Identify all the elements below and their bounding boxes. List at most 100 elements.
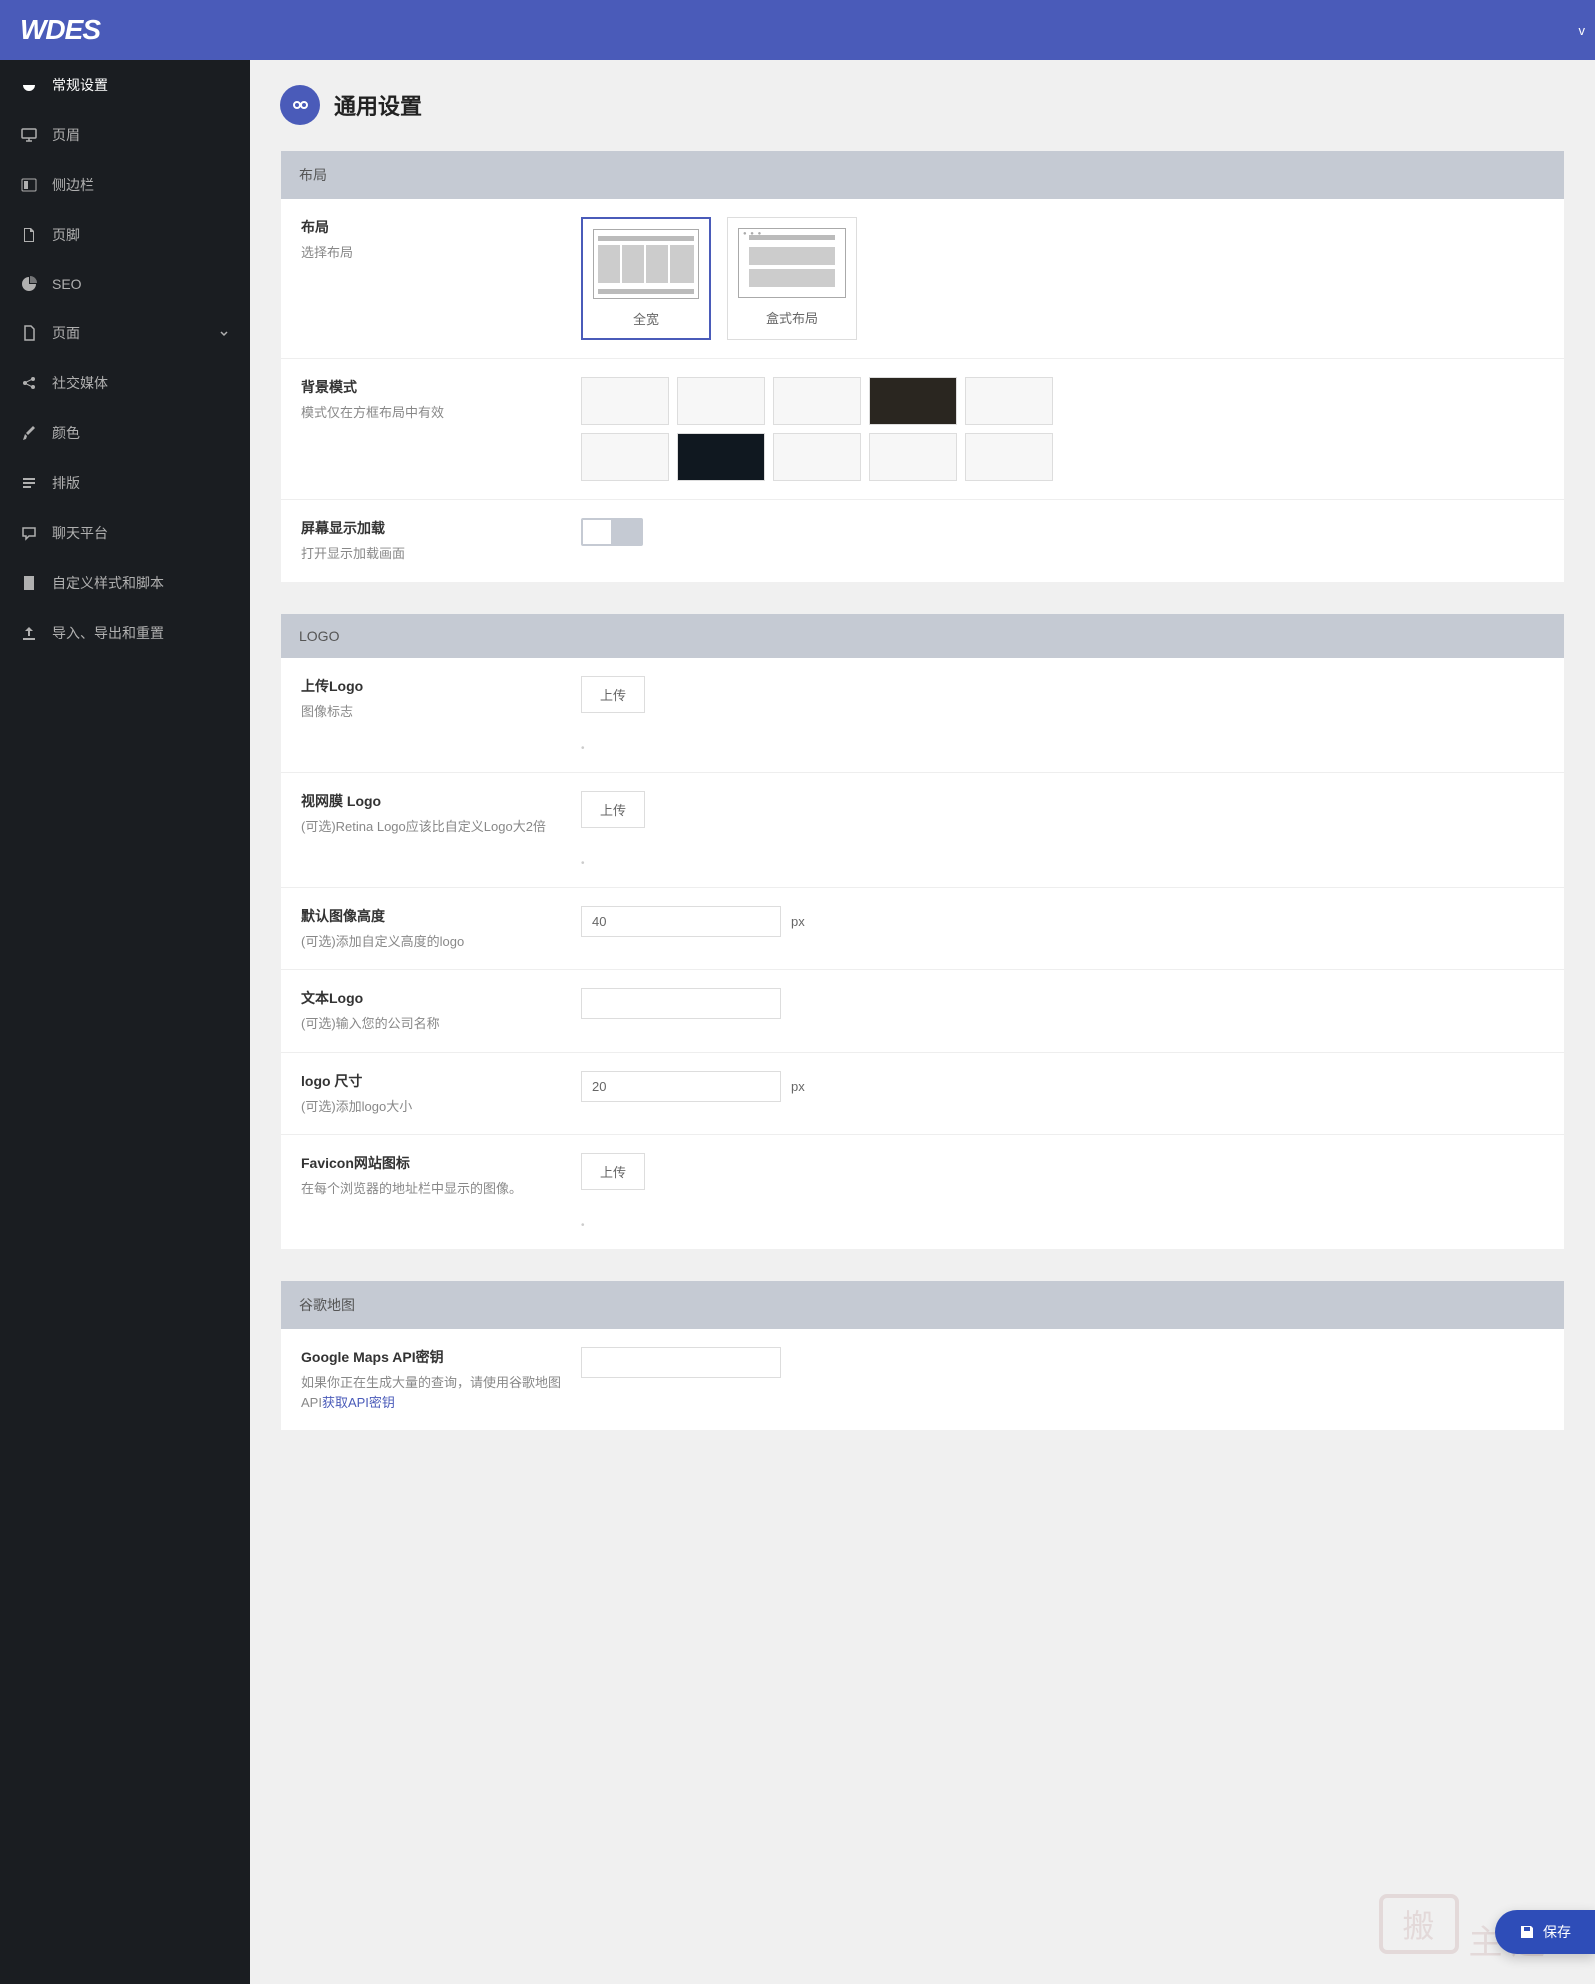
sidebar-item-label: 自定义样式和脚本 (52, 573, 164, 593)
pattern-option[interactable] (773, 377, 861, 425)
default-height-input[interactable] (581, 906, 781, 937)
settings-icon (280, 85, 320, 125)
upload-button[interactable]: 上传 (581, 676, 645, 713)
gmaps-api-input[interactable] (581, 1347, 781, 1378)
layout-option-label: 全宽 (593, 309, 699, 328)
monitor-icon (20, 126, 38, 144)
text-logo-input[interactable] (581, 988, 781, 1019)
upload-icon (20, 624, 38, 642)
sidebar-item-label: 侧边栏 (52, 175, 94, 195)
chart-pie-icon (20, 275, 38, 293)
sidebar-item-label: 常规设置 (52, 75, 108, 95)
row-gmaps-api: Google Maps API密钥 如果你正在生成大量的查询，请使用谷歌地图AP… (281, 1329, 1564, 1430)
layout-option-full[interactable]: 全宽 (581, 217, 711, 340)
page-title: 通用设置 (334, 89, 422, 121)
pattern-option[interactable] (677, 433, 765, 481)
section-header: LOGO (281, 614, 1564, 658)
label-title: 默认图像高度 (301, 906, 581, 926)
section-logo: LOGO 上传Logo 图像标志 上传 • 视网膜 Logo (可选)Reti (280, 613, 1565, 1251)
logo-size-input[interactable] (581, 1071, 781, 1102)
sidebar-item-custom-css[interactable]: 自定义样式和脚本 (0, 558, 250, 608)
label-desc: (可选)添加logo大小 (301, 1097, 581, 1117)
sidebar-item-label: 导入、导出和重置 (52, 623, 164, 643)
sidebar-item-label: 页脚 (52, 225, 80, 245)
section-header: 谷歌地图 (281, 1281, 1564, 1329)
sidebar-item-seo[interactable]: SEO (0, 260, 250, 308)
sidebar-item-colors[interactable]: 颜色 (0, 408, 250, 458)
label-title: 布局 (301, 217, 581, 237)
pattern-option[interactable] (581, 433, 669, 481)
loader-toggle[interactable] (581, 518, 643, 546)
pattern-option[interactable] (581, 377, 669, 425)
chat-icon (20, 524, 38, 542)
label-desc: 如果你正在生成大量的查询，请使用谷歌地图API获取API密钥 (301, 1373, 581, 1412)
pattern-option[interactable] (869, 377, 957, 425)
label-title: logo 尺寸 (301, 1071, 581, 1091)
pattern-option[interactable] (965, 433, 1053, 481)
sidebar-item-label: 排版 (52, 473, 80, 493)
sidebar-item-label: 页眉 (52, 125, 80, 145)
row-favicon: Favicon网站图标 在每个浏览器的地址栏中显示的图像。 上传 • (281, 1135, 1564, 1249)
label-title: 文本Logo (301, 988, 581, 1008)
dashboard-icon (20, 76, 38, 94)
sidebar-item-social[interactable]: 社交媒体 (0, 358, 250, 408)
label-title: Favicon网站图标 (301, 1153, 581, 1173)
label-desc: 在每个浏览器的地址栏中显示的图像。 (301, 1179, 581, 1199)
pattern-option[interactable] (869, 433, 957, 481)
section-gmaps: 谷歌地图 Google Maps API密钥 如果你正在生成大量的查询，请使用谷… (280, 1280, 1565, 1431)
row-retina-logo: 视网膜 Logo (可选)Retina Logo应该比自定义Logo大2倍 上传… (281, 773, 1564, 888)
pattern-option[interactable] (965, 377, 1053, 425)
section-layout: 布局 布局 选择布局 全宽 ● ● ● (280, 150, 1565, 583)
layout-option-boxed[interactable]: ● ● ● 盒式布局 (727, 217, 857, 340)
placeholder-dots: • (581, 858, 1544, 869)
sidebar-item-label: SEO (52, 276, 82, 292)
label-desc: 图像标志 (301, 702, 581, 722)
sidebar-item-import-export[interactable]: 导入、导出和重置 (0, 608, 250, 658)
file-alt-icon (20, 574, 38, 592)
main-content: 通用设置 布局 布局 选择布局 全宽 (250, 60, 1595, 1984)
pattern-option[interactable] (677, 377, 765, 425)
save-button[interactable]: 保存 (1495, 1910, 1595, 1954)
page-icon (20, 324, 38, 342)
sidebar-item-typography[interactable]: 排版 (0, 458, 250, 508)
row-upload-logo: 上传Logo 图像标志 上传 • (281, 658, 1564, 773)
section-header: 布局 (281, 151, 1564, 199)
label-title: 背景模式 (301, 377, 581, 397)
sidebar-item-label: 页面 (52, 323, 80, 343)
label-desc: (可选)输入您的公司名称 (301, 1014, 581, 1034)
layout-preview-full (593, 229, 699, 299)
row-background-pattern: 背景模式 模式仅在方框布局中有效 (281, 359, 1564, 500)
label-desc: 选择布局 (301, 243, 581, 263)
row-default-height: 默认图像高度 (可选)添加自定义高度的logo px (281, 888, 1564, 971)
sidebar-item-general[interactable]: 常规设置 (0, 60, 250, 110)
upload-button[interactable]: 上传 (581, 791, 645, 828)
label-title: 视网膜 Logo (301, 791, 581, 811)
label-title: 上传Logo (301, 676, 581, 696)
label-title: Google Maps API密钥 (301, 1347, 581, 1367)
unit-label: px (791, 1079, 805, 1094)
row-text-logo: 文本Logo (可选)输入您的公司名称 (281, 970, 1564, 1053)
row-layout-choice: 布局 选择布局 全宽 ● ● ● 盒式布局 (281, 199, 1564, 359)
pattern-option[interactable] (773, 433, 861, 481)
label-desc: 模式仅在方框布局中有效 (301, 403, 581, 423)
upload-button[interactable]: 上传 (581, 1153, 645, 1190)
brand-logo: WDES (20, 14, 100, 46)
get-api-key-link[interactable]: 获取API密钥 (322, 1395, 395, 1410)
layout-preview-boxed: ● ● ● (738, 228, 846, 298)
brush-icon (20, 424, 38, 442)
label-desc: (可选)Retina Logo应该比自定义Logo大2倍 (301, 817, 581, 837)
sidebar-item-header[interactable]: 页眉 (0, 110, 250, 160)
label-title: 屏幕显示加载 (301, 518, 581, 538)
placeholder-dots: • (581, 743, 1544, 754)
sidebar-item-label: 聊天平台 (52, 523, 108, 543)
sidebar-item-sidebar[interactable]: 侧边栏 (0, 160, 250, 210)
label-desc: 打开显示加载画面 (301, 544, 581, 564)
text-icon (20, 474, 38, 492)
chevron-down-icon (218, 327, 230, 339)
placeholder-dots: • (581, 1220, 1544, 1231)
page-header: 通用设置 (280, 85, 1565, 125)
header-right-char: v (1579, 23, 1586, 38)
sidebar-item-pages[interactable]: 页面 (0, 308, 250, 358)
sidebar-item-chat[interactable]: 聊天平台 (0, 508, 250, 558)
sidebar-item-footer[interactable]: 页脚 (0, 210, 250, 260)
